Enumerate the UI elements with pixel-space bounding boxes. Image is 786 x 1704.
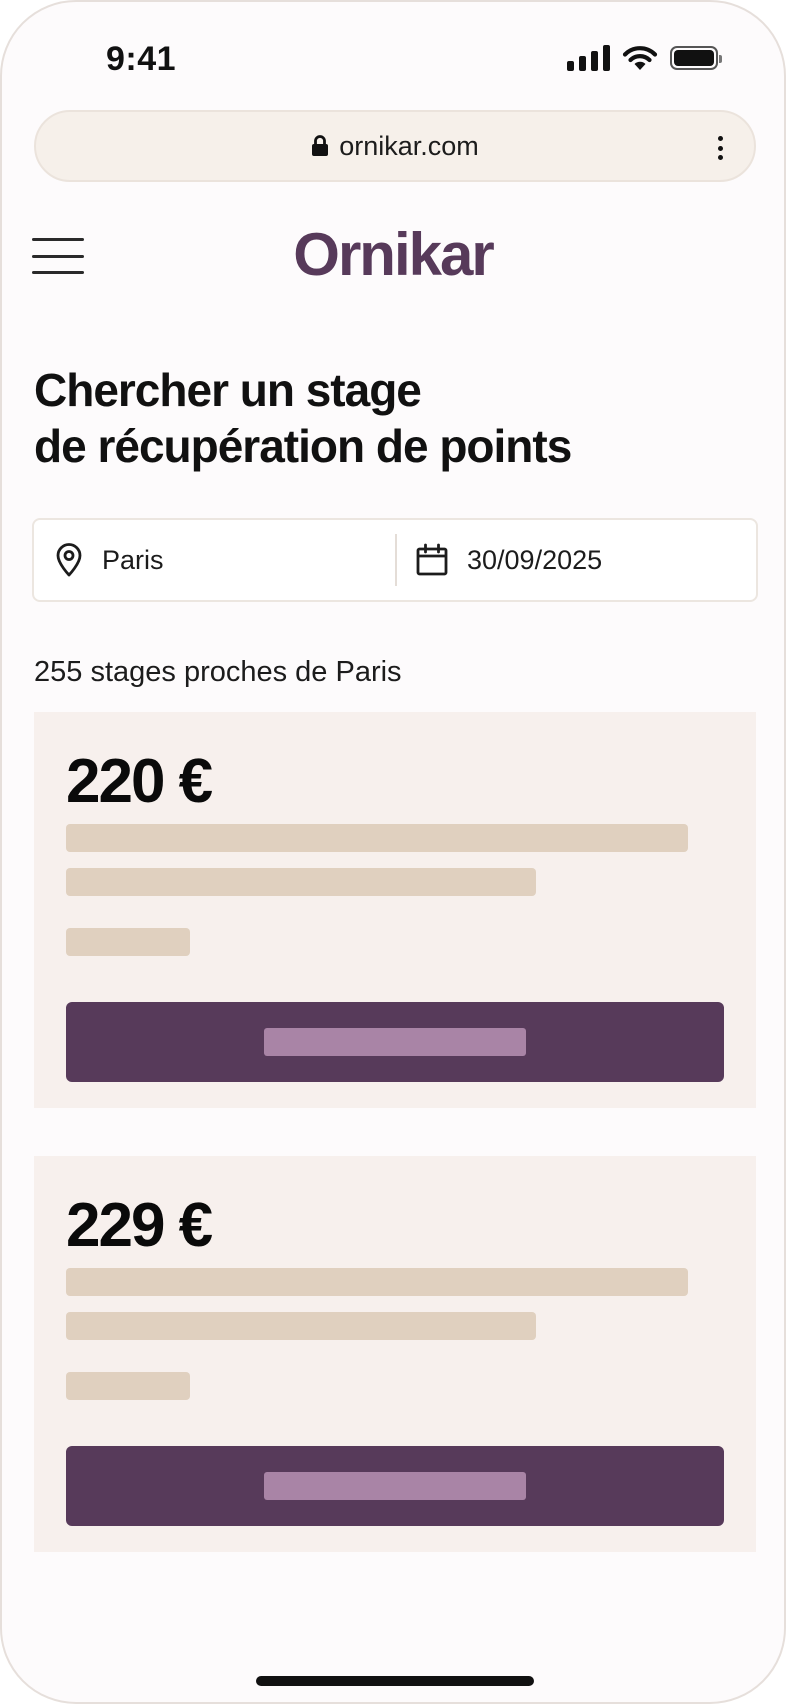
text-placeholder xyxy=(66,824,688,852)
text-placeholder xyxy=(66,928,190,956)
url-text: ornikar.com xyxy=(339,130,479,161)
phone-frame: 9:41 ornikar.com Ornikar Chercher un sta… xyxy=(0,0,786,1704)
text-placeholder xyxy=(66,1268,688,1296)
page-title: Chercher un stage de récupération de poi… xyxy=(34,364,572,472)
status-icons xyxy=(567,45,722,71)
date-value: 30/09/2025 xyxy=(467,544,603,575)
stage-price: 229 € xyxy=(66,1191,213,1260)
calendar-icon xyxy=(416,543,448,576)
lock-icon xyxy=(312,135,329,156)
results-count: 255 stages proches de Paris xyxy=(34,656,402,688)
stage-card[interactable]: 229 € xyxy=(34,1156,756,1552)
text-placeholder xyxy=(66,1312,536,1340)
status-time: 9:41 xyxy=(106,40,177,78)
stage-price: 220 € xyxy=(66,747,213,816)
date-field[interactable]: 30/09/2025 xyxy=(397,520,756,600)
more-vertical-icon[interactable] xyxy=(716,136,724,160)
location-field[interactable]: Paris xyxy=(34,520,395,600)
button-label-placeholder xyxy=(264,1028,526,1056)
ornikar-logo[interactable]: Ornikar xyxy=(2,220,784,289)
map-pin-icon xyxy=(56,543,82,577)
wifi-icon xyxy=(622,46,658,70)
address-bar[interactable]: ornikar.com xyxy=(34,110,756,182)
book-stage-button[interactable] xyxy=(66,1446,724,1526)
search-bar: Paris 30/09/2025 xyxy=(32,518,758,602)
location-value: Paris xyxy=(102,544,164,575)
button-label-placeholder xyxy=(264,1472,526,1500)
stage-card[interactable]: 220 € xyxy=(34,712,756,1108)
text-placeholder xyxy=(66,1372,190,1400)
book-stage-button[interactable] xyxy=(66,1002,724,1082)
battery-icon xyxy=(670,46,722,70)
signal-icon xyxy=(567,45,610,71)
home-indicator[interactable] xyxy=(256,1676,534,1686)
text-placeholder xyxy=(66,868,536,896)
